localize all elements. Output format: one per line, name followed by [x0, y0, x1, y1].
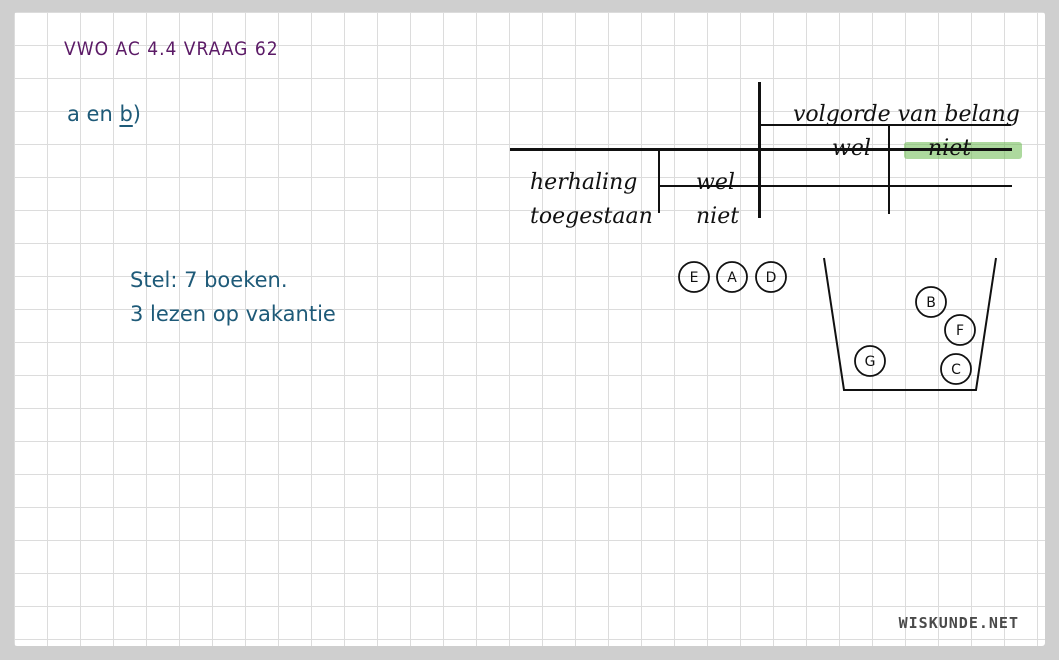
ball-c: C: [940, 353, 972, 385]
svg-text:G: G: [865, 354, 876, 370]
table-horizontal-top: [761, 124, 1011, 126]
grid-whiteboard: VWO AC 4.4 VRAAG 62 a en b) Stel: 7 boek…: [14, 12, 1045, 646]
table-vertical-cols: [888, 124, 890, 214]
svg-text:E: E: [690, 270, 699, 286]
part-label-suffix: ): [132, 102, 141, 126]
table-row-wel: wel: [696, 170, 735, 195]
note-line-2: 3 lezen op vakantie: [130, 302, 336, 326]
ball-f: F: [944, 314, 976, 346]
svg-text:D: D: [766, 270, 777, 286]
ball-a: A: [716, 261, 748, 293]
watermark: WISKUNDE.NET: [898, 614, 1019, 632]
svg-text:A: A: [727, 270, 737, 286]
svg-text:C: C: [951, 362, 961, 378]
books-bucket-drawing: E A D B F G C: [678, 257, 997, 391]
note-line-1: Stel: 7 boeken.: [130, 268, 288, 292]
svg-text:B: B: [926, 295, 936, 311]
table-row-title-2: toegestaan: [530, 204, 653, 229]
whiteboard-frame: VWO AC 4.4 VRAAG 62 a en b) Stel: 7 boek…: [0, 0, 1059, 660]
part-label-prefix: a en: [67, 102, 120, 126]
ball-b: B: [915, 286, 947, 318]
page-title: VWO AC 4.4 VRAAG 62: [64, 38, 279, 60]
part-label: a en b): [67, 102, 141, 126]
table-row-title-1: herhaling: [530, 170, 638, 195]
ball-g: G: [854, 345, 886, 377]
table-horizontal-mid: [660, 185, 1012, 187]
ball-d: D: [755, 261, 787, 293]
table-horizontal-header: [510, 148, 1012, 151]
svg-text:F: F: [956, 323, 964, 339]
table-row-niet: niet: [696, 204, 740, 229]
table-vertical-rows: [658, 151, 660, 213]
ball-e: E: [678, 261, 710, 293]
part-label-letter: b: [119, 102, 133, 126]
